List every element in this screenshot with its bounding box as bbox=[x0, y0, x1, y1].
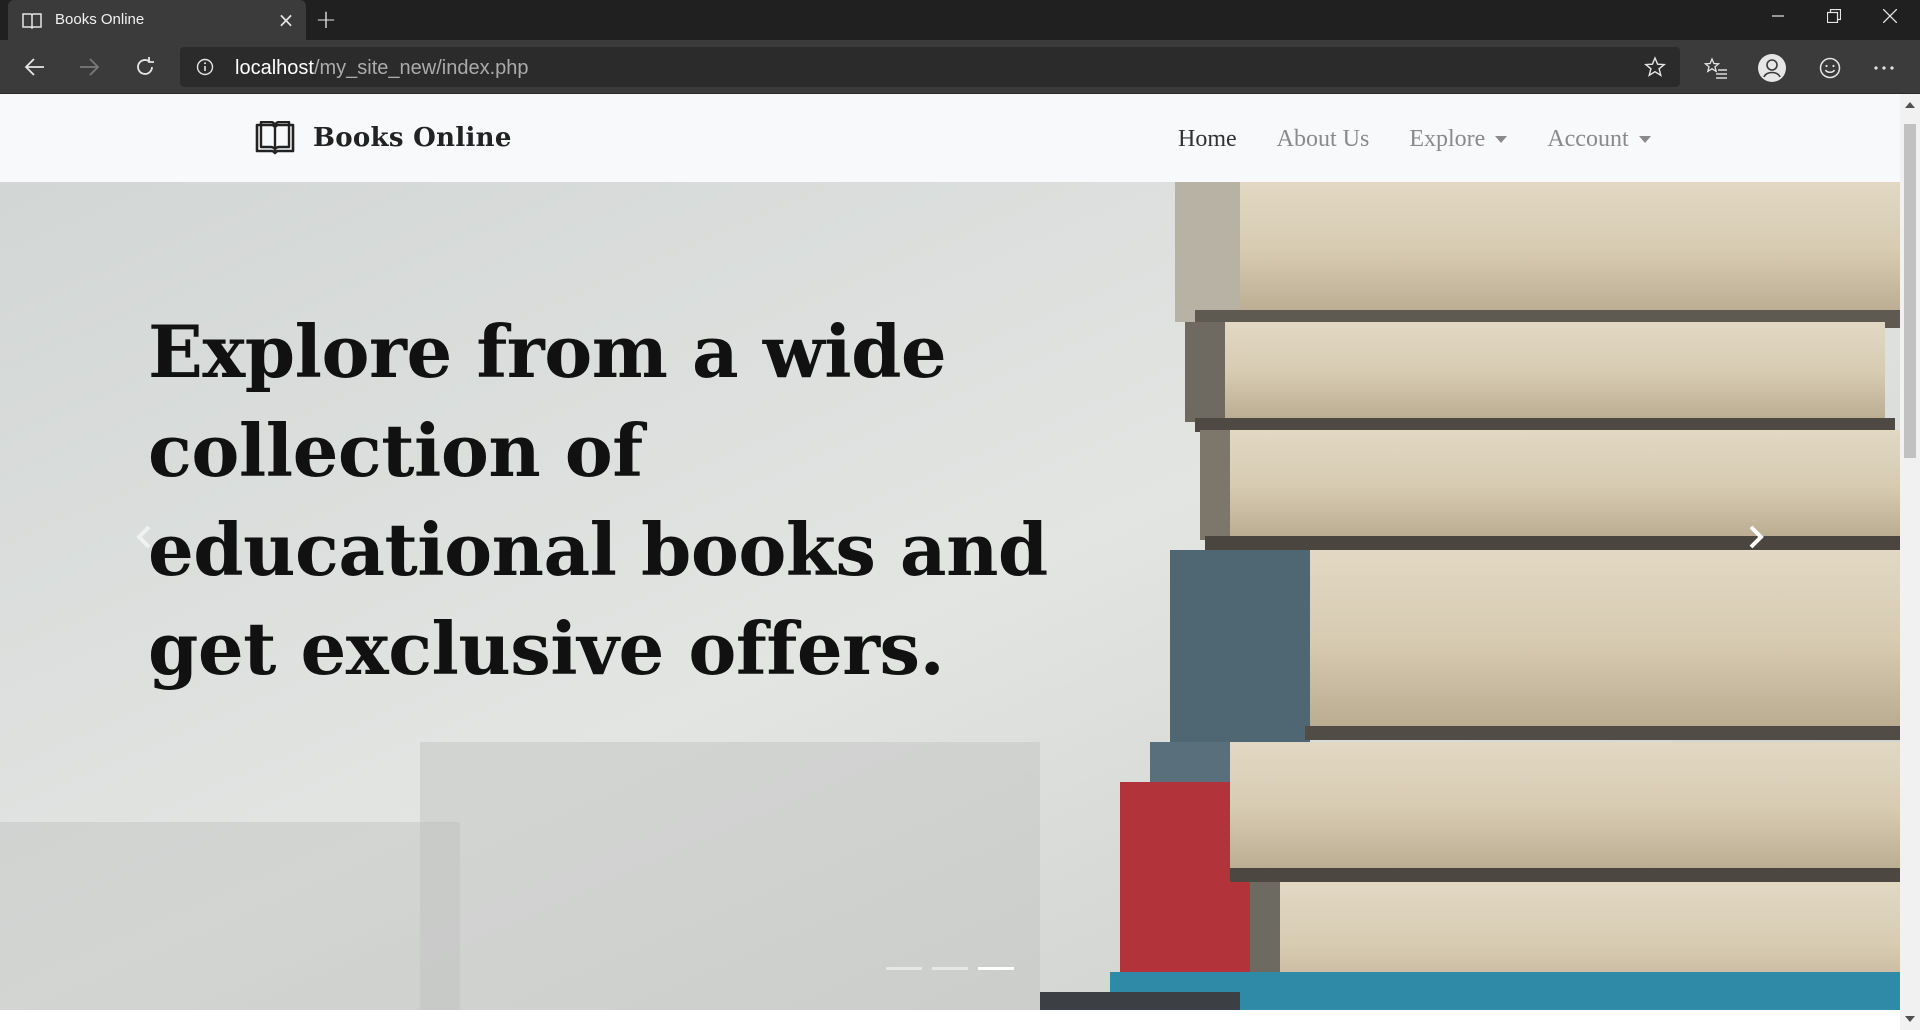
nav-about-link[interactable]: About Us bbox=[1277, 126, 1370, 153]
hero-carousel: Explore from a wide collection of educat… bbox=[0, 182, 1900, 1010]
open-book-icon bbox=[255, 121, 295, 155]
url-text[interactable]: localhost/my_site_new/index.php bbox=[235, 57, 529, 80]
favorite-star-icon[interactable] bbox=[1644, 56, 1666, 78]
chevron-left-icon bbox=[136, 525, 151, 549]
site-navbar: Books Online Home About Us Explore Accou… bbox=[0, 94, 1900, 182]
carousel-indicator-1[interactable] bbox=[886, 967, 922, 970]
back-button[interactable] bbox=[16, 48, 54, 86]
feedback-button[interactable] bbox=[1810, 48, 1850, 88]
page-scrollbar[interactable] bbox=[1900, 94, 1920, 1030]
restore-button[interactable] bbox=[1806, 0, 1862, 32]
new-tab-button[interactable]: + bbox=[313, 7, 339, 33]
favorites-button[interactable] bbox=[1696, 48, 1736, 88]
carousel-next-button[interactable] bbox=[1736, 517, 1776, 557]
browser-titlebar: Books Online × + bbox=[0, 0, 1920, 40]
carousel-indicators bbox=[886, 967, 1024, 973]
nav-account-dropdown[interactable]: Account bbox=[1547, 125, 1651, 153]
nav-about-label: About Us bbox=[1276, 125, 1370, 152]
profile-avatar-icon bbox=[1758, 54, 1786, 82]
address-bar[interactable]: localhost/my_site_new/index.php bbox=[180, 47, 1680, 87]
url-path: /my_site_new/index.php bbox=[313, 57, 529, 79]
minimize-button[interactable] bbox=[1750, 0, 1806, 32]
close-icon bbox=[1883, 9, 1897, 23]
carousel-prev-button[interactable] bbox=[124, 517, 164, 557]
close-window-button[interactable] bbox=[1862, 0, 1918, 32]
favorites-list-icon bbox=[1704, 57, 1727, 79]
forward-arrow-icon bbox=[80, 58, 100, 76]
page-viewport: Books Online Home About Us Explore Accou… bbox=[0, 94, 1900, 1030]
chevron-right-icon bbox=[1749, 525, 1764, 549]
scroll-down-arrow-icon[interactable] bbox=[1905, 1016, 1915, 1022]
forward-button[interactable] bbox=[70, 48, 108, 86]
carousel-indicator-2[interactable] bbox=[932, 967, 968, 970]
scroll-up-arrow-icon[interactable] bbox=[1905, 102, 1915, 108]
info-icon[interactable] bbox=[196, 58, 214, 76]
scrollbar-thumb[interactable] bbox=[1904, 124, 1916, 458]
caret-down-icon bbox=[1495, 135, 1508, 143]
profile-button[interactable] bbox=[1752, 48, 1792, 88]
minimize-icon bbox=[1772, 15, 1784, 17]
back-arrow-icon bbox=[24, 58, 44, 76]
tab-title: Books Online bbox=[55, 11, 145, 28]
brand-name: Books Online bbox=[313, 123, 512, 153]
nav-account-label: Account bbox=[1547, 125, 1629, 152]
refresh-icon bbox=[137, 57, 154, 75]
carousel-indicator-3[interactable] bbox=[978, 967, 1014, 970]
more-dots-icon bbox=[1874, 66, 1894, 70]
browser-toolbar: localhost/my_site_new/index.php bbox=[0, 40, 1920, 94]
nav-home-label: Home bbox=[1178, 125, 1237, 152]
refresh-button[interactable] bbox=[126, 48, 164, 86]
site-brand[interactable]: Books Online bbox=[255, 120, 512, 156]
nav-explore-label: Explore bbox=[1409, 125, 1486, 152]
nav-home-link[interactable]: Home bbox=[1178, 126, 1237, 153]
url-host: localhost bbox=[235, 57, 314, 79]
restore-icon bbox=[1827, 9, 1841, 23]
caret-down-icon bbox=[1638, 135, 1651, 143]
nav-explore-dropdown[interactable]: Explore bbox=[1409, 125, 1508, 153]
book-icon bbox=[22, 13, 42, 29]
browser-tab[interactable]: Books Online × bbox=[8, 0, 306, 40]
nav-links: Home About Us Explore Account bbox=[1178, 124, 1691, 154]
hero-headline: Explore from a wide collection of educat… bbox=[148, 309, 1048, 691]
close-tab-icon[interactable]: × bbox=[276, 10, 296, 30]
settings-menu-button[interactable] bbox=[1864, 48, 1904, 88]
smiley-icon bbox=[1819, 57, 1841, 79]
